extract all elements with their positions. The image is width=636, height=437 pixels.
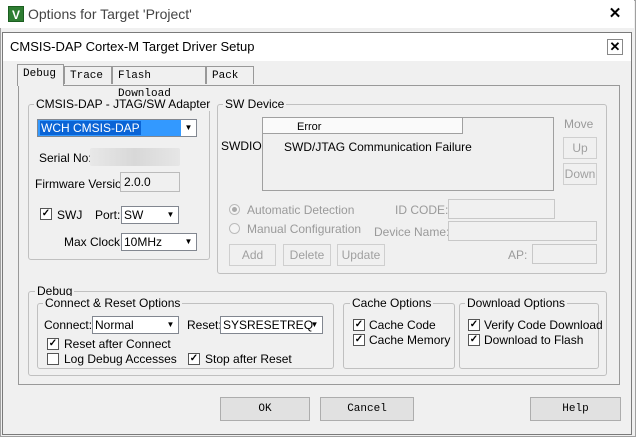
- sw-device-group-label: SW Device: [223, 97, 287, 111]
- device-name-field: [448, 221, 597, 241]
- chevron-down-icon: ▼: [310, 320, 319, 329]
- stop-after-reset-label: Stop after Reset: [205, 352, 292, 366]
- max-clock-select[interactable]: 10MHz ▼: [121, 233, 197, 251]
- device-table-row[interactable]: SWD/JTAG Communication Failure: [284, 140, 472, 154]
- reset-label: Reset:: [187, 318, 222, 332]
- manual-config-radio[interactable]: [229, 223, 240, 234]
- adapter-select[interactable]: WCH CMSIS-DAP ▼: [37, 119, 197, 137]
- stop-after-reset-checkbox[interactable]: ✓: [188, 353, 200, 365]
- cache-code-label: Cache Code: [369, 318, 436, 332]
- cache-options-label: Cache Options: [350, 296, 434, 310]
- max-clock-select-value: 10MHz: [124, 235, 163, 249]
- log-debug-checkbox[interactable]: [47, 353, 59, 365]
- download-to-flash-label: Download to Flash: [484, 333, 584, 347]
- tab-pack[interactable]: Pack: [206, 66, 254, 84]
- chevron-down-icon: ▼: [166, 210, 175, 219]
- outer-close-icon[interactable]: ✕: [606, 5, 624, 23]
- firmware-field: 2.0.0: [120, 172, 180, 192]
- adapter-group-label: CMSIS-DAP - JTAG/SW Adapter: [34, 97, 213, 111]
- device-table-header: [263, 118, 463, 134]
- move-up-button[interactable]: Up: [563, 137, 597, 159]
- adapter-select-value: WCH CMSIS-DAP: [40, 121, 141, 135]
- reset-after-connect-label: Reset after Connect: [64, 337, 171, 351]
- chevron-down-icon: ▼: [181, 120, 196, 136]
- cache-memory-label: Cache Memory: [369, 333, 451, 347]
- cache-memory-checkbox[interactable]: ✓: [353, 334, 365, 346]
- id-code-field: [448, 199, 555, 219]
- swj-checkbox[interactable]: ✓: [40, 208, 52, 220]
- port-select-value: SW: [124, 208, 144, 222]
- connect-select-value: Normal: [95, 318, 134, 332]
- port-label: Port:: [95, 208, 121, 222]
- log-debug-label: Log Debug Accesses: [64, 352, 177, 366]
- connect-select[interactable]: Normal ▼: [92, 316, 179, 334]
- add-button[interactable]: Add: [229, 244, 276, 266]
- move-label: Move: [564, 117, 594, 131]
- chevron-down-icon: ▼: [184, 237, 193, 246]
- connect-label: Connect:: [44, 318, 93, 332]
- swdio-label: SWDIO: [221, 139, 262, 153]
- verify-code-download-checkbox[interactable]: ✓: [468, 319, 480, 331]
- verify-code-download-label: Verify Code Download: [484, 318, 603, 332]
- device-name-label: Device Name:: [374, 225, 450, 239]
- auto-detection-radio[interactable]: [229, 204, 240, 215]
- outer-window-title: Options for Target 'Project': [28, 6, 192, 22]
- chevron-down-icon: ▼: [166, 320, 175, 329]
- dialog-close-icon[interactable]: ✕: [607, 39, 623, 55]
- device-table-header-error: Error: [297, 121, 322, 133]
- cache-code-checkbox[interactable]: ✓: [353, 319, 365, 331]
- auto-detection-label: Automatic Detection: [247, 203, 355, 217]
- delete-button[interactable]: Delete: [283, 244, 331, 266]
- update-button[interactable]: Update: [337, 244, 385, 266]
- download-to-flash-checkbox[interactable]: ✓: [468, 334, 480, 346]
- max-clock-label: Max Clock:: [64, 235, 124, 249]
- ok-button[interactable]: OK: [220, 397, 310, 421]
- serial-number-redacted: [90, 148, 180, 166]
- cancel-button[interactable]: Cancel: [320, 397, 414, 421]
- tab-debug[interactable]: Debug: [17, 64, 64, 86]
- id-code-label: ID CODE:: [395, 203, 449, 217]
- ap-field: [532, 244, 597, 264]
- ap-label: AP:: [508, 248, 528, 262]
- reset-select[interactable]: SYSRESETREQ ▼: [220, 316, 323, 334]
- help-button[interactable]: Help: [530, 397, 621, 421]
- reset-select-value: SYSRESETREQ: [223, 318, 314, 332]
- app-icon: V: [8, 6, 24, 22]
- tab-trace[interactable]: Trace: [64, 66, 112, 84]
- port-select[interactable]: SW ▼: [121, 206, 179, 224]
- move-down-button[interactable]: Down: [563, 163, 597, 185]
- tab-flash-download[interactable]: Flash Download: [112, 66, 206, 100]
- download-options-label: Download Options: [465, 296, 568, 310]
- connect-reset-label: Connect & Reset Options: [43, 296, 183, 310]
- firmware-label: Firmware Version:: [35, 177, 132, 191]
- dialog-title: CMSIS-DAP Cortex-M Target Driver Setup: [10, 39, 255, 54]
- manual-config-label: Manual Configuration: [247, 222, 362, 236]
- serial-label: Serial No:: [39, 151, 92, 165]
- swj-label: SWJ: [57, 208, 83, 222]
- reset-after-connect-checkbox[interactable]: ✓: [47, 338, 59, 350]
